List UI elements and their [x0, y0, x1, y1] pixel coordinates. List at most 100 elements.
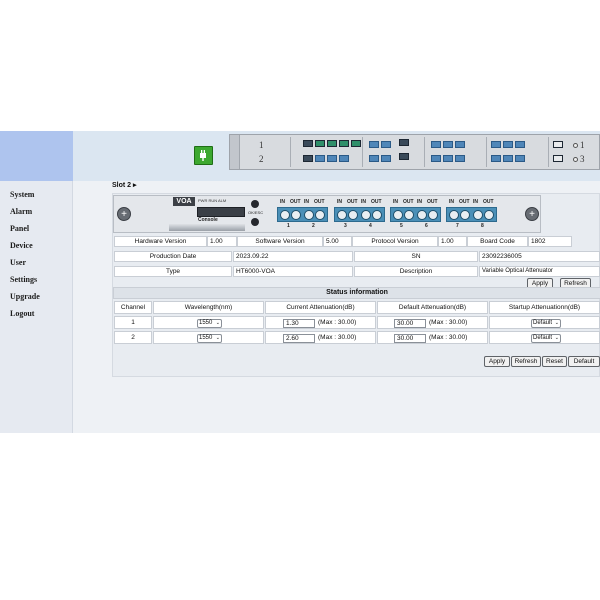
default-attenuation-input[interactable]: 30.00: [394, 319, 426, 328]
fiber-port-icon[interactable]: [361, 210, 371, 220]
table-row-default-cell: 30.00 (Max : 30.00): [377, 316, 488, 329]
port-header-label: OUT: [427, 199, 438, 205]
fiber-port-icon[interactable]: [372, 210, 382, 220]
chassis-right-label: 1: [580, 140, 585, 150]
col-header-default-attenuation: Default Attenuation(dB): [377, 301, 488, 314]
device-header: 1 2 1 3: [73, 131, 600, 181]
port-header-label: IN: [304, 199, 309, 205]
sidebar-item-device[interactable]: Device: [0, 237, 72, 254]
current-attenuation-input[interactable]: 2.60: [283, 334, 315, 343]
software-version-label: Software Version: [237, 236, 323, 247]
port-header-label: IN: [337, 199, 342, 205]
chassis-module-main[interactable]: [290, 137, 361, 167]
status-default-button[interactable]: Default: [568, 356, 600, 367]
power-plug-icon[interactable]: [194, 146, 213, 165]
default-attenuation-input[interactable]: 30.00: [394, 334, 426, 343]
chassis-port: [303, 155, 313, 162]
chassis-port: [553, 141, 563, 148]
sidebar-item-logout[interactable]: Logout: [0, 305, 72, 322]
chassis-module-slot[interactable]: [486, 137, 546, 167]
fiber-port-icon[interactable]: [460, 210, 470, 220]
col-header-channel: Channel: [114, 301, 152, 314]
chassis-port: [503, 141, 513, 148]
chassis-port: [381, 141, 391, 148]
description-value: Variable Optical Attenuator: [479, 266, 600, 277]
sidebar-item-upgrade[interactable]: Upgrade: [0, 288, 72, 305]
startup-attenuation-select[interactable]: Default ⌄: [531, 334, 561, 343]
default-max-label: (Max : 30.00): [429, 334, 468, 341]
production-date-label: Production Date: [114, 251, 232, 262]
sidebar-item-user[interactable]: User: [0, 254, 72, 271]
status-apply-button[interactable]: Apply: [484, 356, 510, 367]
board-display: [197, 207, 245, 217]
port-header-label: OUT: [290, 199, 301, 205]
status-refresh-button[interactable]: Refresh: [511, 356, 541, 367]
fiber-port-icon[interactable]: [315, 210, 325, 220]
fiber-port-icon[interactable]: [291, 210, 301, 220]
table-row-channel: 1: [114, 316, 152, 329]
port-header-label: OUT: [347, 199, 358, 205]
table-row-startup-cell: Default ⌄: [489, 331, 600, 344]
fiber-port-icon[interactable]: [428, 210, 438, 220]
wavelength-select[interactable]: 1550 ⌄: [197, 319, 222, 328]
port-number: 6: [425, 223, 428, 229]
fiber-port-icon[interactable]: [404, 210, 414, 220]
sidebar-item-panel[interactable]: Panel: [0, 220, 72, 237]
protocol-version-value: 1.00: [438, 236, 467, 247]
board-base: [169, 224, 245, 231]
port-group: IN OUT IN OUT 5 6: [390, 199, 441, 231]
sn-label: SN: [354, 251, 478, 262]
fiber-port-icon[interactable]: [417, 210, 427, 220]
knob-icon[interactable]: [251, 218, 259, 226]
fiber-port-icon[interactable]: [473, 210, 483, 220]
port-header-label: OUT: [314, 199, 325, 205]
fiber-port-icon[interactable]: [280, 210, 290, 220]
chassis-module-slot[interactable]: [424, 137, 484, 167]
page-title: Slot 2 ▸: [112, 182, 137, 189]
port-header-label: IN: [417, 199, 422, 205]
port-number: 5: [400, 223, 403, 229]
fiber-port-icon[interactable]: [348, 210, 358, 220]
port-header-label: OUT: [403, 199, 414, 205]
chassis-port: [431, 155, 441, 162]
sidebar-item-system[interactable]: System: [0, 186, 72, 203]
sidebar-item-settings[interactable]: Settings: [0, 271, 72, 288]
port-header-label: IN: [473, 199, 478, 205]
wavelength-value: 1550: [199, 335, 213, 341]
sidebar-item-alarm[interactable]: Alarm: [0, 203, 72, 220]
main-content: Slot 2 ▸ + VOA PWR RUN ALM Console OK/ES…: [73, 181, 600, 433]
port-header-label: IN: [361, 199, 366, 205]
slot-label-2: 2: [259, 154, 264, 164]
chassis-port: [455, 141, 465, 148]
fiber-port-icon[interactable]: [484, 210, 494, 220]
status-section-title: Status information: [113, 287, 600, 299]
fiber-port-icon[interactable]: [393, 210, 403, 220]
hardware-version-label: Hardware Version: [114, 236, 207, 247]
production-date-value: 2023.09.22: [233, 251, 353, 262]
sidebar: System Alarm Panel Device User Settings …: [0, 181, 73, 433]
port-number: 3: [344, 223, 347, 229]
chassis-port: [515, 141, 525, 148]
port-number: 1: [287, 223, 290, 229]
fiber-port-icon[interactable]: [337, 210, 347, 220]
port-header-label: IN: [449, 199, 454, 205]
wavelength-select[interactable]: 1550 ⌄: [197, 334, 222, 343]
fiber-port-icon[interactable]: [449, 210, 459, 220]
chassis-port: [431, 141, 441, 148]
col-header-current-attenuation: Current Attenuation(dB): [265, 301, 376, 314]
chassis-module-slot[interactable]: 1 3: [548, 137, 599, 167]
fiber-port-block: [446, 207, 497, 222]
knob-icon[interactable]: [251, 200, 259, 208]
chassis-module-slot[interactable]: [362, 137, 422, 167]
type-value: HT6000-VOA: [233, 266, 353, 277]
chassis-front-panel: 1 2 1 3: [229, 134, 600, 170]
table-row-current-cell: 2.60 (Max : 30.00): [265, 331, 376, 344]
fiber-port-icon[interactable]: [304, 210, 314, 220]
port-number: 7: [456, 223, 459, 229]
current-attenuation-input[interactable]: 1.30: [283, 319, 315, 328]
chassis-port: [553, 155, 563, 162]
col-header-wavelength: Wavelength(nm): [153, 301, 264, 314]
startup-attenuation-select[interactable]: Default ⌄: [531, 319, 561, 328]
status-reset-button[interactable]: Reset: [542, 356, 567, 367]
chassis-port: [339, 140, 349, 147]
